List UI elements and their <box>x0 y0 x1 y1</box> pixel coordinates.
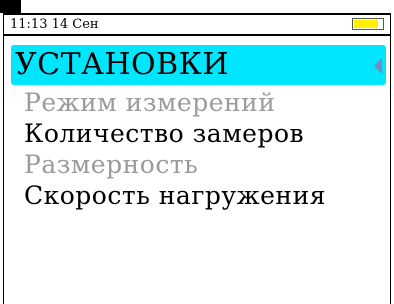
menu-item-loading-rate[interactable]: Скорость нагружения <box>24 180 326 211</box>
menu-item-measurement-mode[interactable]: Режим измерений <box>24 87 326 118</box>
status-date: 14 Сен <box>51 17 99 32</box>
battery-level-fill <box>354 20 378 28</box>
status-datetime: 11:13 14 Сен <box>10 16 99 34</box>
corner-tab <box>0 0 21 13</box>
top-strip <box>0 0 394 13</box>
status-time: 11:13 <box>10 17 48 32</box>
status-bar: 11:13 14 Сен <box>4 15 390 35</box>
triangle-left-icon[interactable] <box>374 58 382 74</box>
battery-icon <box>352 18 384 30</box>
menu-item-measurement-count[interactable]: Количество замеров <box>24 118 326 149</box>
settings-header[interactable]: УСТАНОВКИ <box>11 45 386 85</box>
settings-menu: Режим измерений Количество замеров Разме… <box>24 87 326 211</box>
page-title: УСТАНОВКИ <box>15 47 230 82</box>
menu-item-units[interactable]: Размерность <box>24 149 326 180</box>
